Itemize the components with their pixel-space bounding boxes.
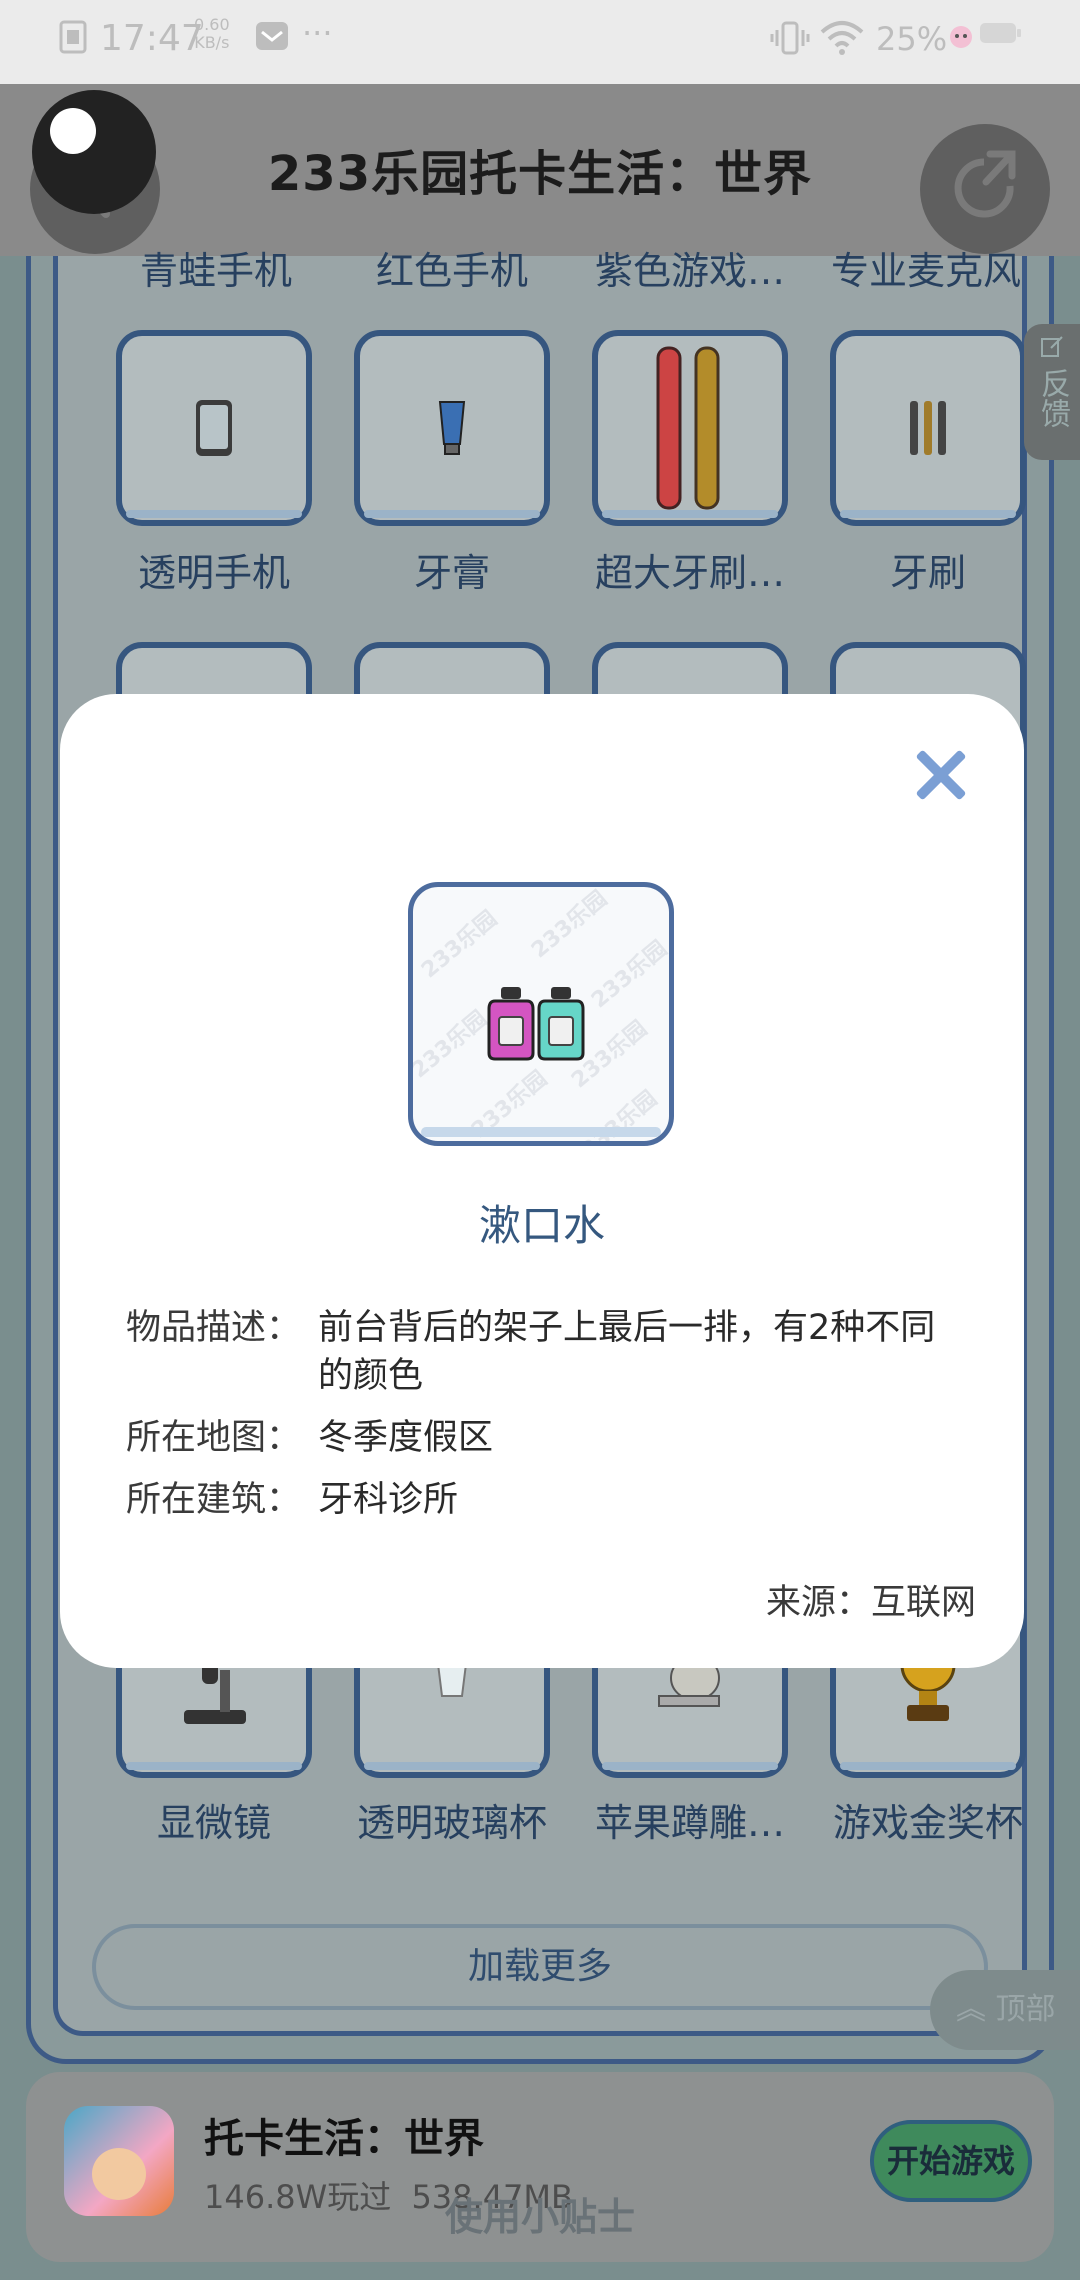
feedback-label: 反馈 bbox=[1035, 368, 1070, 428]
info-row-building: 所在建筑： 牙科诊所 bbox=[126, 1476, 966, 1524]
info-value: 冬季度假区 bbox=[318, 1418, 494, 1458]
tips-link[interactable]: 使用小贴士 bbox=[0, 2186, 1080, 2241]
vibrate-icon bbox=[770, 20, 810, 56]
message-icon bbox=[254, 20, 290, 52]
to-top-button[interactable]: ︽ 顶部 bbox=[930, 1970, 1080, 2050]
sim-icon bbox=[58, 20, 88, 54]
toothpaste-icon bbox=[438, 401, 466, 455]
toothbrush-icon bbox=[910, 401, 946, 455]
phone-icon bbox=[196, 400, 232, 456]
item-card-big-toothbrush[interactable] bbox=[592, 330, 788, 526]
share-icon bbox=[954, 150, 1016, 218]
info-row-map: 所在地图： 冬季度假区 bbox=[126, 1414, 966, 1462]
item-label: 牙刷 bbox=[889, 551, 966, 595]
item-label: 显微镜 bbox=[156, 1801, 271, 1845]
info-row-description: 物品描述： 前台背后的架子上最后一排，有2种不同的颜色 bbox=[126, 1304, 966, 1400]
grid-label: 专业麦克风 bbox=[830, 249, 1021, 293]
item-card-toothpaste[interactable] bbox=[354, 330, 550, 526]
watermark: 233乐园 bbox=[467, 1066, 553, 1144]
grid-label: 青蛙手机 bbox=[139, 249, 292, 293]
info-value: 前台背后的架子上最后一排，有2种不同的颜色 bbox=[318, 1308, 936, 1396]
net-speed: 0.60 KB/s bbox=[194, 15, 230, 52]
item-label: 牙膏 bbox=[413, 551, 490, 595]
close-icon[interactable] bbox=[914, 748, 968, 802]
feedback-tab[interactable]: 反馈 bbox=[1024, 324, 1080, 460]
app-notification-icon bbox=[946, 20, 976, 50]
grid-label: 红色手机 bbox=[375, 249, 528, 293]
big-toothbrush-icon bbox=[656, 346, 720, 510]
source-text: 来源：互联网 bbox=[765, 1583, 976, 1623]
status-bar: 17:47 0.60 KB/s ··· 25% bbox=[0, 0, 1080, 84]
share-button[interactable] bbox=[920, 124, 1050, 254]
item-info: 物品描述： 前台背后的架子上最后一排，有2种不同的颜色 所在地图： 冬季度假区 … bbox=[126, 1304, 966, 1538]
item-detail-modal: 233乐园 233乐园 233乐园 233乐园 233乐园 233乐园 233乐… bbox=[60, 694, 1024, 1668]
battery-text: 25% bbox=[876, 20, 948, 58]
mouthwash-icon bbox=[487, 987, 585, 1061]
status-time: 17:47 bbox=[100, 18, 204, 59]
load-more-button[interactable]: 加载更多 bbox=[92, 1924, 988, 2010]
app-name: 托卡生活：世界 bbox=[204, 2116, 484, 2162]
item-card-toothbrush[interactable] bbox=[830, 330, 1026, 526]
info-key: 物品描述： bbox=[126, 1308, 302, 1348]
edit-icon bbox=[1041, 336, 1063, 357]
chevron-up-icon: ︽ bbox=[956, 1992, 986, 2027]
item-label: 透明手机 bbox=[137, 551, 290, 595]
page-title: 233乐园托卡生活：世界 bbox=[267, 146, 813, 202]
grid-label: 紫色游戏… bbox=[594, 249, 785, 293]
item-label: 苹果蹲雕… bbox=[594, 1801, 785, 1845]
wifi-icon bbox=[820, 20, 864, 56]
item-label: 超大牙刷… bbox=[594, 551, 785, 595]
info-key: 所在建筑： bbox=[126, 1480, 302, 1520]
info-value: 牙科诊所 bbox=[318, 1480, 459, 1520]
watermark: 233乐园 bbox=[408, 1006, 493, 1084]
item-card-phone[interactable] bbox=[116, 330, 312, 526]
more-notifications: ··· bbox=[302, 14, 333, 52]
watermark: 233乐园 bbox=[527, 886, 613, 964]
item-name: 漱口水 bbox=[478, 1201, 605, 1250]
watermark: 233乐园 bbox=[417, 906, 503, 984]
battery-icon bbox=[978, 20, 1022, 46]
item-label: 游戏金奖杯 bbox=[832, 1801, 1023, 1845]
item-label: 透明玻璃杯 bbox=[356, 1801, 547, 1845]
to-top-label: 顶部 bbox=[995, 1992, 1056, 2027]
app-header: 233乐园托卡生活：世界 bbox=[0, 84, 1080, 256]
info-key: 所在地图： bbox=[126, 1418, 302, 1458]
item-image-box: 233乐园 233乐园 233乐园 233乐园 233乐园 233乐园 233乐… bbox=[408, 882, 674, 1146]
